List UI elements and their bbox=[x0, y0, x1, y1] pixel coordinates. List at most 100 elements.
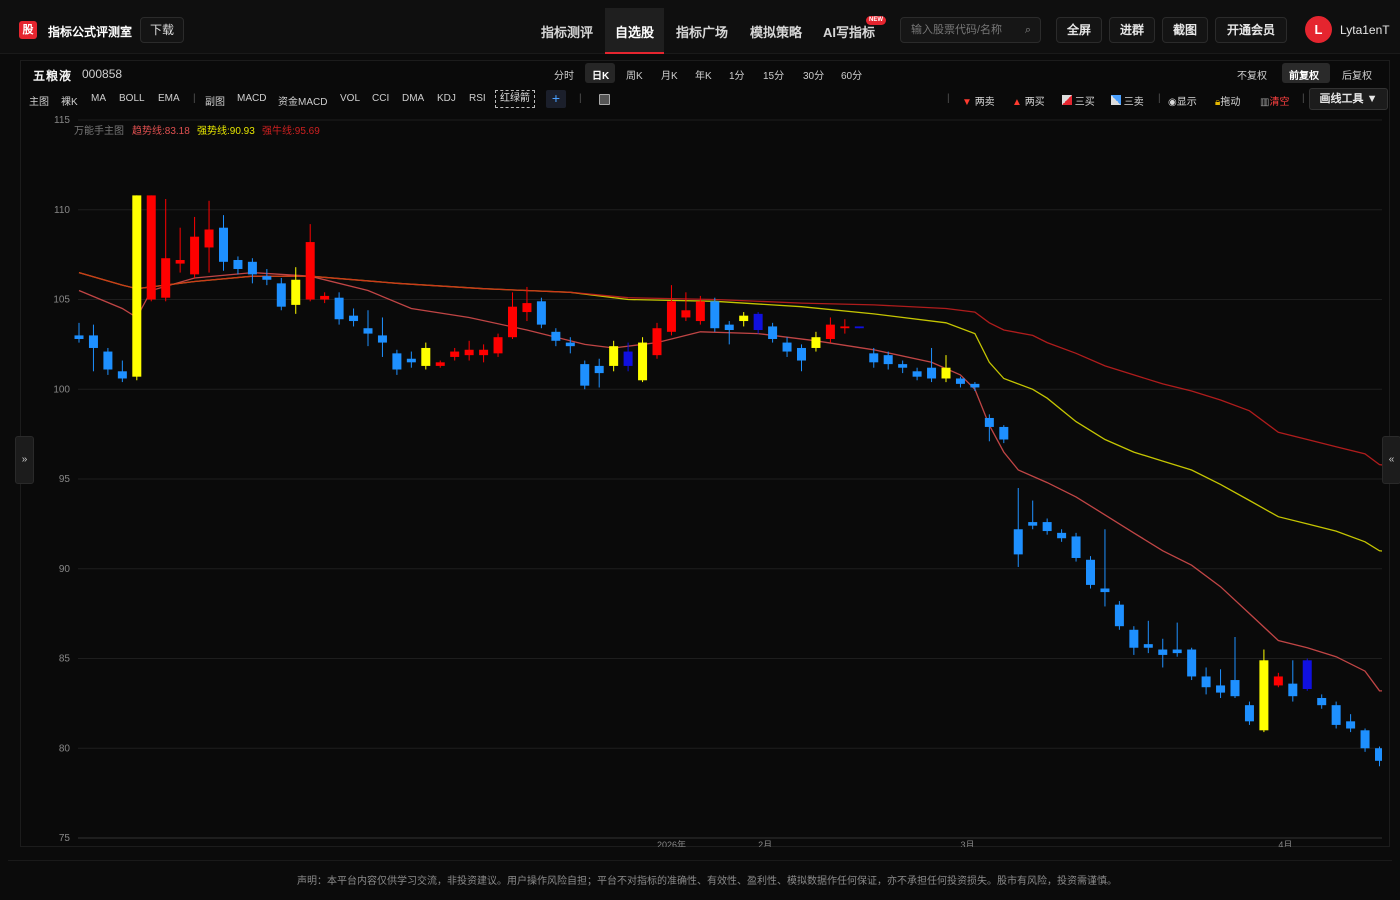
membership-button[interactable]: 开通会员 bbox=[1215, 17, 1287, 43]
screenshot-button[interactable]: 截图 bbox=[1162, 17, 1208, 43]
period-60min[interactable]: 60分 bbox=[841, 67, 862, 82]
ind-sub[interactable]: 副图 bbox=[205, 93, 225, 108]
ind-fund-macd[interactable]: 资金MACD bbox=[278, 93, 327, 108]
candle-body bbox=[1273, 676, 1283, 686]
stock-name: 五粮液 bbox=[33, 69, 73, 83]
candle-body bbox=[161, 258, 171, 298]
tool-two-sell[interactable]: ▼ 两卖 bbox=[962, 93, 995, 108]
username[interactable]: Lyta1enT bbox=[1340, 23, 1390, 37]
divider: | bbox=[947, 93, 950, 104]
brand-title[interactable]: 指标公式评测室 bbox=[48, 23, 132, 40]
nav-indicator-plaza[interactable]: 指标广场 bbox=[676, 22, 728, 41]
ind-kdj[interactable]: KDJ bbox=[437, 93, 456, 104]
adjust-backward[interactable]: 后复权 bbox=[1342, 67, 1372, 82]
ind-cci[interactable]: CCI bbox=[372, 93, 389, 104]
candle-body bbox=[999, 426, 1009, 440]
candle-body bbox=[233, 260, 243, 269]
tool-clear[interactable]: ▥清空 bbox=[1260, 93, 1289, 108]
divider: | bbox=[579, 93, 582, 104]
ind-vol[interactable]: VOL bbox=[340, 93, 360, 104]
period-daily[interactable]: 日K bbox=[592, 67, 609, 82]
candle-body bbox=[883, 355, 893, 365]
ind-macd[interactable]: MACD bbox=[237, 93, 266, 104]
indicator-line bbox=[78, 271, 1382, 692]
join-group-button[interactable]: 进群 bbox=[1109, 17, 1155, 43]
collapse-right-button[interactable]: « bbox=[1382, 436, 1400, 484]
candle-body bbox=[753, 313, 763, 331]
adjust-none[interactable]: 不复权 bbox=[1237, 67, 1267, 82]
nav-ai-indicator[interactable]: AI写指标 bbox=[823, 22, 875, 41]
candle-body bbox=[825, 324, 835, 339]
candle-body bbox=[1172, 649, 1182, 654]
ind-dma[interactable]: DMA bbox=[402, 93, 424, 104]
candle-body bbox=[1259, 660, 1269, 731]
tool-two-buy[interactable]: ▲ 两买 bbox=[1012, 93, 1045, 108]
draw-tools-button[interactable]: 画线工具 ▼ bbox=[1309, 88, 1388, 110]
search-box[interactable]: ⌕ bbox=[900, 17, 1041, 43]
ind-naked-k[interactable]: 裸K bbox=[61, 93, 78, 108]
adjust-forward[interactable]: 前复权 bbox=[1289, 67, 1319, 82]
nav-indicator-review[interactable]: 指标测评 bbox=[541, 22, 593, 41]
candle-body bbox=[1086, 559, 1095, 585]
period-monthly[interactable]: 月K bbox=[661, 67, 678, 82]
tool-drag[interactable]: 🔒︎拖动 bbox=[1215, 93, 1240, 108]
ind-boll[interactable]: BOLL bbox=[119, 93, 145, 104]
period-15min[interactable]: 15分 bbox=[763, 67, 784, 82]
download-button[interactable]: 下载 bbox=[140, 17, 184, 43]
candle-body bbox=[927, 367, 937, 379]
candle-body bbox=[1288, 683, 1298, 697]
tool-three-buy[interactable]: 三买 bbox=[1062, 93, 1095, 108]
y-tick-label: 75 bbox=[59, 833, 71, 844]
avatar[interactable]: L bbox=[1305, 16, 1332, 43]
candle-body bbox=[724, 324, 734, 331]
ind-ma[interactable]: MA bbox=[91, 93, 106, 104]
candle-body bbox=[1028, 522, 1038, 526]
candle-body bbox=[74, 335, 84, 339]
candle-body bbox=[435, 362, 445, 366]
candle-body bbox=[1216, 685, 1226, 693]
period-yearly[interactable]: 年K bbox=[695, 67, 712, 82]
candle-body bbox=[464, 349, 474, 356]
candle-body bbox=[117, 371, 127, 379]
collapse-left-button[interactable]: » bbox=[15, 436, 34, 484]
candle-body bbox=[219, 227, 228, 262]
ind-main[interactable]: 主图 bbox=[29, 93, 49, 108]
candle-body bbox=[1317, 697, 1327, 706]
candle-body bbox=[594, 365, 604, 374]
fullscreen-button[interactable]: 全屏 bbox=[1056, 17, 1102, 43]
save-icon[interactable] bbox=[599, 94, 610, 105]
ind-red-green-arrow[interactable]: 红绿箭 bbox=[495, 90, 535, 108]
tool-two-buy-label: 两买 bbox=[1024, 97, 1045, 108]
tool-three-sell[interactable]: 三卖 bbox=[1111, 93, 1144, 108]
candle-body bbox=[739, 315, 749, 322]
add-indicator-icon[interactable]: + bbox=[546, 90, 566, 108]
period-weekly[interactable]: 周K bbox=[626, 67, 643, 82]
candle-body bbox=[898, 364, 908, 368]
candle-body bbox=[291, 279, 301, 305]
candle-body bbox=[479, 349, 489, 356]
legend-entry: 万能手主图 bbox=[74, 124, 124, 137]
candle-body bbox=[638, 342, 648, 381]
tool-show[interactable]: ◉显示 bbox=[1168, 93, 1197, 108]
y-tick-label: 105 bbox=[53, 295, 70, 306]
down-triangle-icon: ▼ bbox=[962, 97, 972, 108]
nav-sim-strategy[interactable]: 模拟策略 bbox=[750, 22, 802, 41]
candle-body bbox=[609, 346, 619, 366]
ind-ema[interactable]: EMA bbox=[158, 93, 180, 104]
period-1min[interactable]: 1分 bbox=[729, 67, 745, 82]
kline-chart[interactable]: 75 80 85 90 95 100 105 110 115 2026年 2月 3月 4月 万能手主图 趋势… bbox=[20, 112, 1382, 847]
candle-body bbox=[681, 310, 691, 318]
period-30min[interactable]: 30分 bbox=[803, 67, 824, 82]
footer-divider bbox=[8, 860, 1392, 861]
search-input[interactable] bbox=[911, 22, 1015, 38]
candle-body bbox=[88, 335, 98, 348]
x-tick-label: 2月 bbox=[758, 840, 772, 847]
candle-body bbox=[1143, 644, 1153, 648]
nav-watchlist[interactable]: 自选股 bbox=[615, 22, 654, 41]
search-icon[interactable]: ⌕ bbox=[1025, 24, 1031, 37]
ind-rsi[interactable]: RSI bbox=[469, 93, 486, 104]
tool-show-label: 显示 bbox=[1176, 97, 1197, 108]
legend-entry: 强牛线:95.69 bbox=[262, 124, 320, 137]
period-intraday[interactable]: 分时 bbox=[554, 67, 574, 82]
x-tick-label: 3月 bbox=[960, 840, 974, 847]
